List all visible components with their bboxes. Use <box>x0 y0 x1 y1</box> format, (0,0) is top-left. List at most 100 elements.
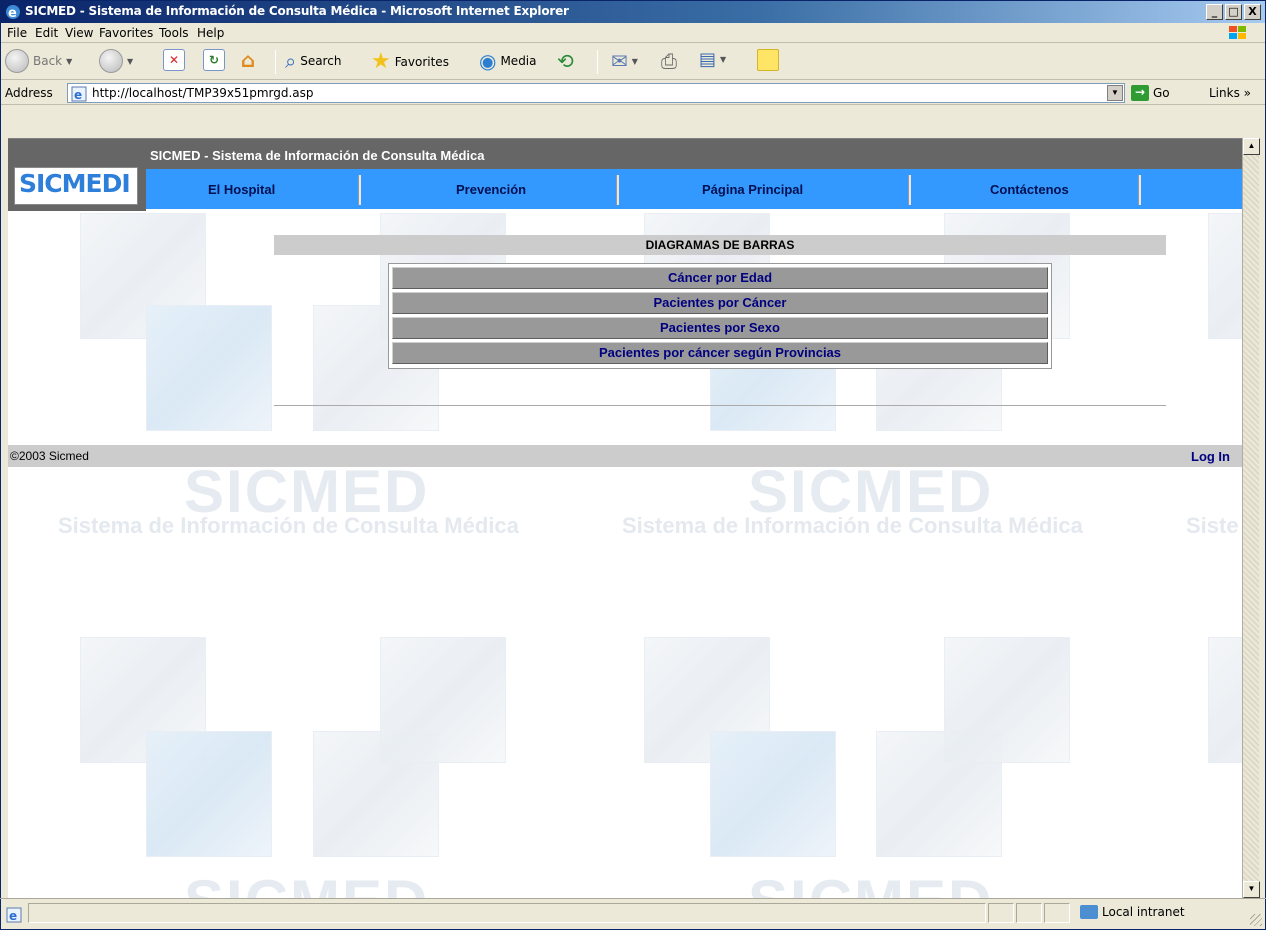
address-label: Address <box>5 86 53 100</box>
logo-text: SICMEDI <box>19 169 131 198</box>
ie-logo-icon: e <box>6 5 20 20</box>
menu-favorites[interactable]: Favorites <box>99 26 153 40</box>
go-arrow-icon: → <box>1131 85 1149 101</box>
copyright: ©2003 Sicmed <box>10 449 89 463</box>
mail-button[interactable]: ✉ ▼ <box>611 49 638 73</box>
watermark-tagline: Sistema de Información de Consulta Médic… <box>622 513 1083 538</box>
background-photo <box>146 305 272 431</box>
media-button[interactable]: ◉ Media <box>479 49 537 73</box>
maximize-button[interactable]: □ <box>1225 4 1242 20</box>
menu-view[interactable]: View <box>65 26 93 40</box>
menu-help[interactable]: Help <box>197 26 224 40</box>
nav-divider <box>908 175 911 205</box>
nav-el-hospital[interactable]: El Hospital <box>208 182 275 197</box>
nav-divider <box>1138 175 1141 205</box>
menu-pacientes-por-provincias[interactable]: Pacientes por cáncer según Provincias <box>392 342 1048 364</box>
search-label: Search <box>300 54 342 68</box>
refresh-button[interactable]: ↻ <box>203 49 225 71</box>
menu-edit[interactable]: Edit <box>35 26 58 40</box>
nav-contactenos[interactable]: Contáctenos <box>990 182 1069 197</box>
background-photo <box>380 637 506 763</box>
resize-grip-icon[interactable] <box>1250 914 1262 926</box>
menu-bar: File Edit View Favorites Tools Help <box>1 23 1265 43</box>
security-zone: Local intranet <box>1080 905 1185 919</box>
print-button[interactable]: ⎙ <box>661 49 677 73</box>
watermark-brand: SICMED <box>184 867 429 898</box>
login-link[interactable]: Log In <box>1191 449 1230 464</box>
home-icon: ⌂ <box>240 48 256 72</box>
status-text-cell <box>28 903 986 923</box>
toolbar: Back ▼ ▼ ✕ ↻ ⌂ ⌕ Search ★ Favorites ◉ Me… <box>1 44 1265 80</box>
back-label: Back <box>33 54 63 68</box>
menu-file[interactable]: File <box>7 26 27 40</box>
address-bar: Address e http://localhost/TMP39x51pmrgd… <box>1 81 1265 105</box>
edit-icon: ▤ <box>699 49 717 70</box>
chart-menu: Cáncer por Edad Pacientes por Cáncer Pac… <box>388 263 1052 369</box>
star-icon: ★ <box>371 49 391 74</box>
chevron-down-icon[interactable]: ▼ <box>1107 85 1123 101</box>
intranet-icon <box>1080 905 1098 919</box>
status-cell <box>1044 903 1070 923</box>
site-footer: ©2003 Sicmed Log In <box>8 445 1242 467</box>
status-cell <box>1016 903 1042 923</box>
background-photo <box>1208 637 1242 763</box>
back-button[interactable]: Back ▼ <box>5 49 72 73</box>
history-button[interactable]: ⟲ <box>557 49 574 73</box>
chevron-down-icon: ▼ <box>720 55 727 64</box>
background-photo <box>710 731 836 857</box>
menu-tools[interactable]: Tools <box>159 26 189 40</box>
favorites-label: Favorites <box>394 54 449 69</box>
svg-text:e: e <box>8 6 17 20</box>
nav-divider <box>358 175 361 205</box>
back-arrow-icon <box>5 49 29 73</box>
search-button[interactable]: ⌕ Search <box>285 49 341 73</box>
search-icon: ⌕ <box>285 49 297 73</box>
section-title: DIAGRAMAS DE BARRAS <box>274 235 1166 255</box>
menu-pacientes-por-sexo[interactable]: Pacientes por Sexo <box>392 317 1048 339</box>
vertical-scrollbar[interactable]: ▲ ▼ <box>1242 138 1260 898</box>
media-icon: ◉ <box>479 49 497 73</box>
note-icon <box>757 49 779 71</box>
print-icon: ⎙ <box>661 49 677 73</box>
svg-text:e: e <box>9 909 17 923</box>
forward-arrow-icon <box>99 49 123 73</box>
mail-icon: ✉ <box>611 49 628 73</box>
address-input[interactable]: e http://localhost/TMP39x51pmrgd.asp ▼ <box>67 83 1125 103</box>
background-photo <box>944 637 1070 763</box>
ie-page-icon: e <box>71 86 87 102</box>
window-title: SICMED - Sistema de Información de Consu… <box>25 4 569 18</box>
stop-icon: ✕ <box>163 49 185 71</box>
refresh-icon: ↻ <box>203 49 225 71</box>
watermark-tagline: Siste <box>1186 513 1239 538</box>
watermark-brand: SICMED <box>748 867 993 898</box>
ie-page-icon: e <box>6 907 22 923</box>
notes-button[interactable] <box>757 49 779 71</box>
title-bar: e SICMED - Sistema de Información de Con… <box>1 1 1265 23</box>
favorites-button[interactable]: ★ Favorites <box>371 49 449 74</box>
chevron-down-icon: ▼ <box>66 56 73 66</box>
background-photo <box>146 731 272 857</box>
windows-flag-icon <box>1229 26 1246 39</box>
scroll-up-icon[interactable]: ▲ <box>1243 138 1260 155</box>
site-header: SICMED - Sistema de Información de Consu… <box>8 139 1242 211</box>
history-icon: ⟲ <box>557 49 574 73</box>
site-title: SICMED - Sistema de Información de Consu… <box>150 148 485 163</box>
page-viewport: SICMED SICMED Sistema de Información de … <box>8 138 1242 898</box>
nav-prevencion[interactable]: Prevención <box>456 182 526 197</box>
chevron-down-icon: ▼ <box>127 56 134 66</box>
go-button[interactable]: → Go <box>1131 85 1170 101</box>
site-logo[interactable]: SICMEDI <box>14 167 138 205</box>
links-button[interactable]: Links » <box>1209 86 1251 100</box>
scroll-down-icon[interactable]: ▼ <box>1243 881 1260 898</box>
edit-button[interactable]: ▤ ▼ <box>699 49 726 70</box>
menu-pacientes-por-cancer[interactable]: Pacientes por Cáncer <box>392 292 1048 314</box>
minimize-button[interactable]: _ <box>1206 4 1223 20</box>
menu-cancer-por-edad[interactable]: Cáncer por Edad <box>392 267 1048 289</box>
zone-label: Local intranet <box>1102 905 1185 919</box>
media-label: Media <box>500 54 537 68</box>
close-button[interactable]: X <box>1244 4 1261 20</box>
nav-pagina-principal[interactable]: Página Principal <box>702 182 803 197</box>
forward-button[interactable]: ▼ <box>99 49 133 73</box>
home-button[interactable]: ⌂ <box>237 48 259 72</box>
stop-button[interactable]: ✕ <box>163 49 185 71</box>
